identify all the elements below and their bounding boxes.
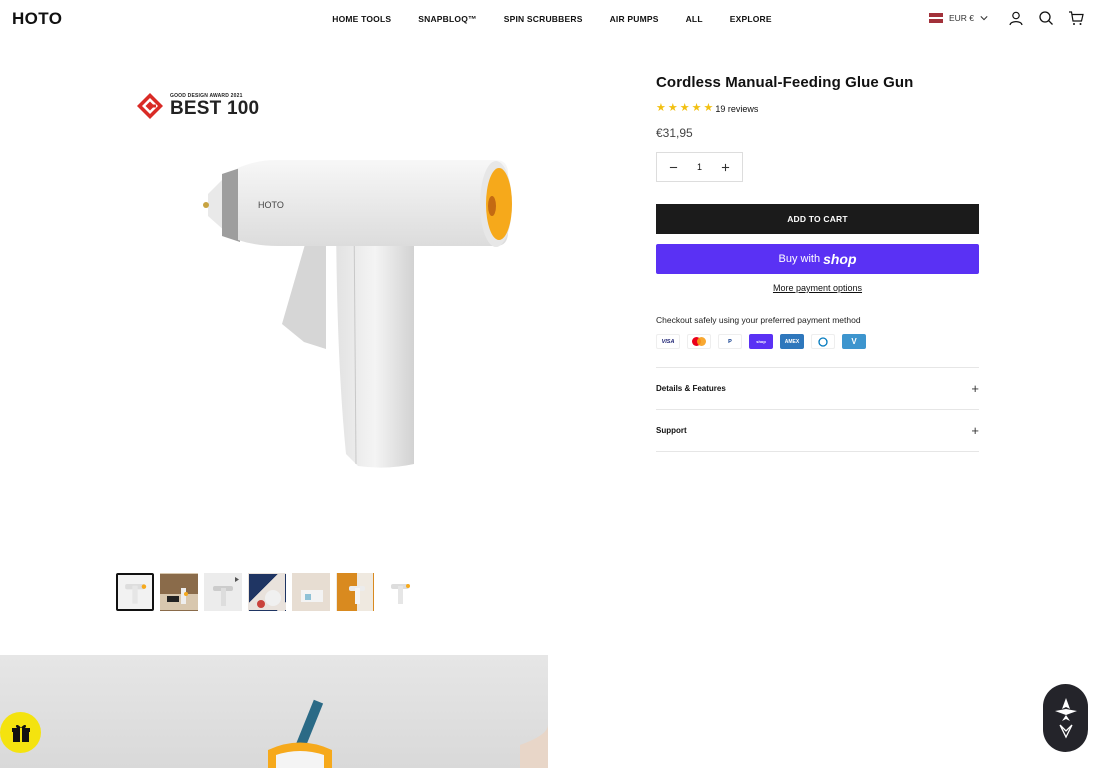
star-icon: ★	[703, 102, 714, 114]
product-accordion: Details & Features + Support +	[656, 367, 979, 452]
latvia-flag-icon	[928, 13, 943, 23]
minus-icon	[669, 166, 677, 168]
account-icon[interactable]	[1008, 10, 1024, 26]
chat-widget-button[interactable]	[1043, 684, 1088, 752]
amex-icon: AMEX	[780, 334, 804, 349]
plus-icon	[722, 163, 730, 171]
diners-club-icon	[811, 334, 835, 349]
gift-icon	[11, 724, 30, 742]
site-header: HOTO HOME TOOLS SNAPBLOQ™ SPIN SCRUBBERS…	[0, 0, 1104, 38]
star-icon: ★	[691, 102, 702, 114]
chat-logo-icon	[1054, 698, 1077, 739]
shop-logo: shop	[823, 251, 857, 267]
plus-icon: +	[971, 423, 979, 438]
nav-home-tools[interactable]: HOME TOOLS	[332, 14, 391, 24]
product-brand-label: HOTO	[258, 200, 284, 210]
thumbnail-1[interactable]	[116, 573, 154, 611]
currency-selector[interactable]: EUR €	[928, 13, 988, 23]
chevron-down-icon	[980, 16, 988, 21]
thumbnail-strip	[116, 573, 418, 611]
lifestyle-image	[0, 655, 548, 768]
product-price: €31,95	[656, 126, 693, 140]
decrease-quantity-button[interactable]	[667, 161, 679, 173]
star-icon: ★	[679, 102, 690, 114]
payment-icons: VISA P shop AMEX V	[656, 334, 979, 349]
details-features-toggle[interactable]: Details & Features +	[656, 368, 979, 410]
nav-snapbloq[interactable]: SNAPBLOQ™	[418, 14, 476, 24]
add-to-cart-button[interactable]: ADD TO CART	[656, 204, 979, 234]
thumbnail-6[interactable]	[336, 573, 374, 611]
buy-with-label: Buy with	[778, 253, 821, 265]
buy-with-shop-button[interactable]: Buy with shop	[656, 244, 979, 274]
nav-explore[interactable]: EXPLORE	[730, 14, 772, 24]
plus-icon: +	[971, 381, 979, 396]
rewards-gift-button[interactable]	[0, 712, 41, 753]
paypal-icon: P	[718, 334, 742, 349]
support-toggle[interactable]: Support +	[656, 410, 979, 452]
star-icon: ★	[667, 102, 678, 114]
cart-icon[interactable]	[1068, 10, 1084, 26]
product-gallery[interactable]: GOOD DESIGN AWARD 2021 BEST 100 HOTO	[116, 66, 548, 546]
nav-spin-scrubbers[interactable]: SPIN SCRUBBERS	[504, 14, 583, 24]
glue-gun-image: HOTO	[203, 160, 512, 468]
quantity-value[interactable]: 1	[697, 162, 702, 172]
venmo-icon: V	[842, 334, 866, 349]
mastercard-icon	[687, 334, 711, 349]
details-features-label: Details & Features	[656, 384, 726, 393]
more-payment-options-link[interactable]: More payment options	[656, 283, 979, 293]
award-title: BEST 100	[170, 98, 260, 119]
reviews-link[interactable]: 19 reviews	[715, 104, 758, 114]
good-design-award-badge: GOOD DESIGN AWARD 2021 BEST 100	[136, 92, 259, 120]
support-label: Support	[656, 426, 687, 435]
thumbnail-4[interactable]	[248, 573, 286, 611]
product-rating[interactable]: ★ ★ ★ ★ ★ 19 reviews	[656, 103, 979, 114]
thumbnail-3-video[interactable]	[204, 573, 242, 611]
star-icon: ★	[656, 102, 666, 114]
header-actions: EUR €	[928, 10, 1084, 26]
visa-icon: VISA	[656, 334, 680, 349]
thumbnail-7[interactable]	[380, 573, 418, 611]
good-design-logo-icon	[137, 93, 163, 119]
logo[interactable]: HOTO	[12, 9, 62, 29]
search-icon[interactable]	[1038, 10, 1054, 26]
nav-all[interactable]: ALL	[686, 14, 703, 24]
quantity-stepper: 1	[656, 152, 743, 182]
thumbnail-5[interactable]	[292, 573, 330, 611]
checkout-note: Checkout safely using your preferred pay…	[656, 315, 861, 325]
increase-quantity-button[interactable]	[720, 161, 732, 173]
product-info: Cordless Manual-Feeding Glue Gun ★ ★ ★ ★…	[656, 74, 979, 452]
product-title: Cordless Manual-Feeding Glue Gun	[656, 74, 914, 91]
currency-label: EUR €	[948, 13, 974, 23]
nav-air-pumps[interactable]: AIR PUMPS	[610, 14, 659, 24]
thumbnail-2[interactable]	[160, 573, 198, 611]
shop-pay-icon: shop	[749, 334, 773, 349]
